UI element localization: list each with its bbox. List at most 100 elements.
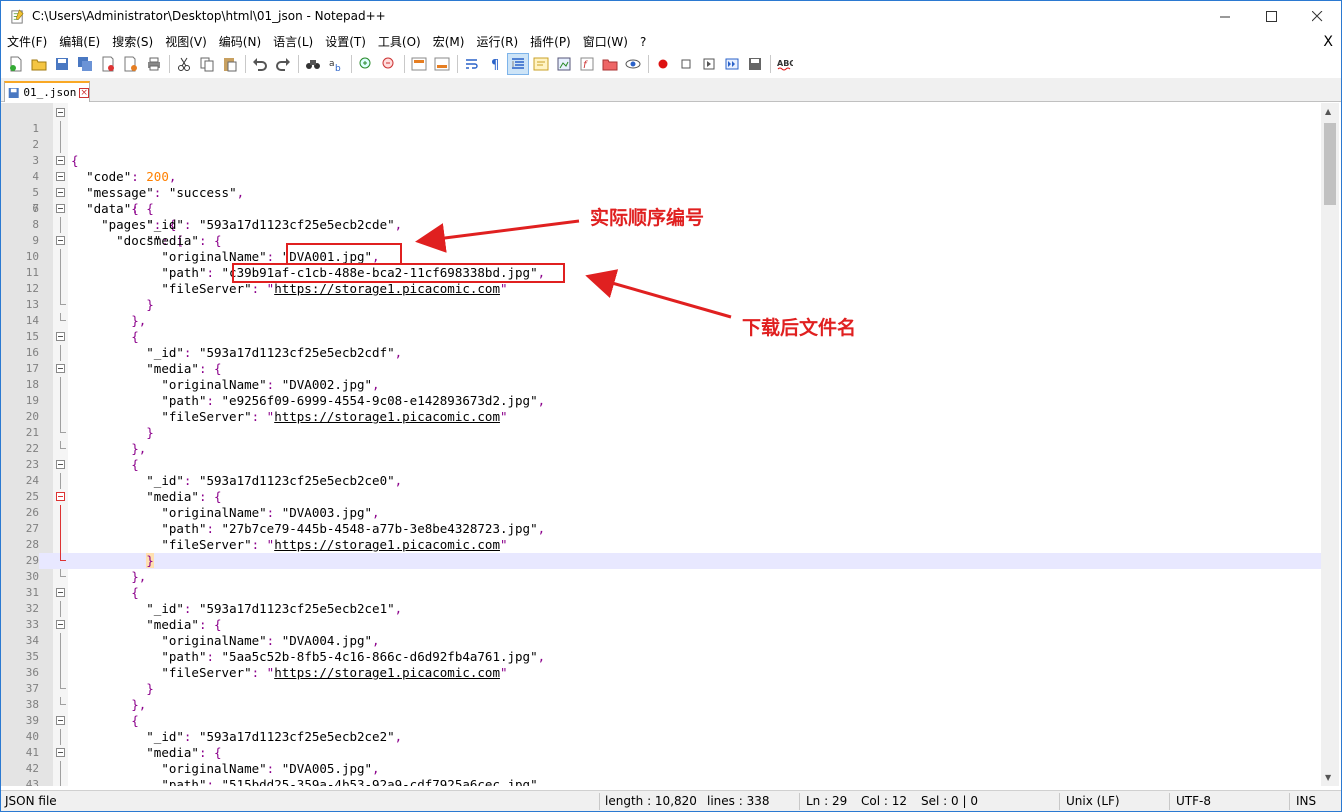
json-key: "path" <box>161 265 207 280</box>
fold-toggle-icon[interactable] <box>56 236 65 245</box>
svg-text:b: b <box>335 64 341 72</box>
code-editor[interactable]: 1 { 2 "code": 200, 3 "message": "success… <box>1 103 1321 786</box>
play-macro-button[interactable] <box>698 53 720 75</box>
fold-toggle-icon[interactable] <box>56 204 65 213</box>
fold-toggle-icon[interactable] <box>56 172 65 181</box>
code-line: 22 }, <box>1 441 1321 457</box>
json-key: "_id" <box>146 217 184 232</box>
annotation-order-label: 实际顺序编号 <box>590 207 705 229</box>
spell-check-button[interactable]: ABC <box>774 53 796 75</box>
annotation-filename-label: 下载后文件名 <box>742 317 857 339</box>
menu-file[interactable]: 文件(F) <box>1 32 53 52</box>
menu-help[interactable]: ? <box>634 32 652 52</box>
status-insert-mode[interactable]: INS <box>1296 794 1316 808</box>
status-encoding[interactable]: UTF-8 <box>1176 794 1211 808</box>
tab-close-icon[interactable]: × <box>79 87 89 98</box>
json-key: "path" <box>161 649 207 664</box>
save-macro-button[interactable] <box>744 53 766 75</box>
fold-toggle-icon[interactable] <box>56 332 65 341</box>
fold-toggle-icon[interactable] <box>56 492 65 501</box>
menu-macro[interactable]: 宏(M) <box>427 32 471 52</box>
record-macro-button[interactable] <box>652 53 674 75</box>
close-document-button[interactable]: X <box>1323 32 1333 52</box>
code-line: 18 "originalName": "DVA002.jpg", <box>1 377 1321 393</box>
zoom-out-button[interactable] <box>378 53 400 75</box>
fold-toggle-icon[interactable] <box>56 460 65 469</box>
open-file-button[interactable] <box>28 53 50 75</box>
cut-button[interactable] <box>173 53 195 75</box>
code-line: 39 { <box>1 713 1321 729</box>
copy-button[interactable] <box>196 53 218 75</box>
menu-view[interactable]: 视图(V) <box>159 32 213 52</box>
printer-icon <box>148 57 160 71</box>
fold-toggle-icon[interactable] <box>56 364 65 373</box>
sync-horizontal-button[interactable] <box>431 53 453 75</box>
url-link[interactable]: https://storage1.picacomic.com <box>274 537 500 552</box>
toolbar-separator <box>245 55 246 73</box>
close-all-button[interactable] <box>120 53 142 75</box>
maximize-button[interactable] <box>1248 1 1294 32</box>
close-window-button[interactable] <box>1294 1 1340 32</box>
json-key: "media" <box>146 617 199 632</box>
menu-edit[interactable]: 编辑(E) <box>53 32 106 52</box>
json-string: "e9256f09-6999-4554-9c08-e142893673d2.jp… <box>221 393 538 408</box>
menu-settings[interactable]: 设置(T) <box>319 32 372 52</box>
json-key: "media" <box>146 233 199 248</box>
menu-tools[interactable]: 工具(O) <box>372 32 427 52</box>
print-button[interactable] <box>143 53 165 75</box>
run-macro-multiple-button[interactable] <box>721 53 743 75</box>
find-button[interactable] <box>302 53 324 75</box>
fold-toggle-icon[interactable] <box>56 156 65 165</box>
code-line: 17 "media": { <box>1 361 1321 377</box>
json-string: "593a17d1123cf25e5ecb2cdf" <box>198 345 395 360</box>
menu-language[interactable]: 语言(L) <box>267 32 319 52</box>
new-file-button[interactable] <box>5 53 27 75</box>
folder-workspace-button[interactable] <box>599 53 621 75</box>
undo-button[interactable] <box>249 53 271 75</box>
scroll-up-icon[interactable]: ▲ <box>1325 107 1331 116</box>
menu-search[interactable]: 搜索(S) <box>106 32 159 52</box>
doc-map-button[interactable] <box>553 53 575 75</box>
scrollbar-thumb[interactable] <box>1324 123 1336 205</box>
url-link[interactable]: https://storage1.picacomic.com <box>274 281 500 296</box>
save-all-button[interactable] <box>74 53 96 75</box>
close-file-icon <box>102 56 114 72</box>
fold-toggle-icon[interactable] <box>56 188 65 197</box>
json-key: "media" <box>146 745 199 760</box>
json-key: "originalName" <box>161 249 267 264</box>
fold-toggle-icon[interactable] <box>56 108 65 117</box>
pilcrow-icon: ¶ <box>491 58 499 72</box>
vertical-scrollbar[interactable]: ▲ ▼ <box>1321 103 1339 786</box>
line-number: 14 <box>25 314 39 327</box>
minimize-button[interactable] <box>1202 1 1248 32</box>
stop-macro-button[interactable] <box>675 53 697 75</box>
close-file-button[interactable] <box>97 53 119 75</box>
sync-vertical-button[interactable] <box>408 53 430 75</box>
menu-window[interactable]: 窗口(W) <box>577 32 634 52</box>
fold-toggle-icon[interactable] <box>56 716 65 725</box>
indent-guide-button[interactable] <box>507 53 529 75</box>
udl-button[interactable] <box>530 53 552 75</box>
paste-button[interactable] <box>219 53 241 75</box>
status-eol[interactable]: Unix (LF) <box>1066 794 1120 808</box>
tab-01-json[interactable]: 01_.json × <box>4 81 90 102</box>
menu-plugins[interactable]: 插件(P) <box>524 32 577 52</box>
url-link[interactable]: https://storage1.picacomic.com <box>274 409 500 424</box>
menu-run[interactable]: 运行(R) <box>470 32 524 52</box>
replace-button[interactable]: ab <box>325 53 347 75</box>
fold-toggle-icon[interactable] <box>56 620 65 629</box>
json-key: "media" <box>146 489 199 504</box>
redo-button[interactable] <box>272 53 294 75</box>
zoom-in-button[interactable] <box>355 53 377 75</box>
menu-encoding[interactable]: 编码(N) <box>213 32 267 52</box>
monitoring-button[interactable] <box>622 53 644 75</box>
save-button[interactable] <box>51 53 73 75</box>
scroll-down-icon[interactable]: ▼ <box>1325 773 1331 782</box>
fold-toggle-icon[interactable] <box>56 588 65 597</box>
function-list-button[interactable]: f <box>576 53 598 75</box>
fold-toggle-icon[interactable] <box>56 748 65 757</box>
url-link[interactable]: https://storage1.picacomic.com <box>274 665 500 680</box>
word-wrap-button[interactable] <box>461 53 483 75</box>
spell-check-icon: ABC <box>777 59 793 71</box>
show-all-chars-button[interactable]: ¶ <box>484 53 506 75</box>
